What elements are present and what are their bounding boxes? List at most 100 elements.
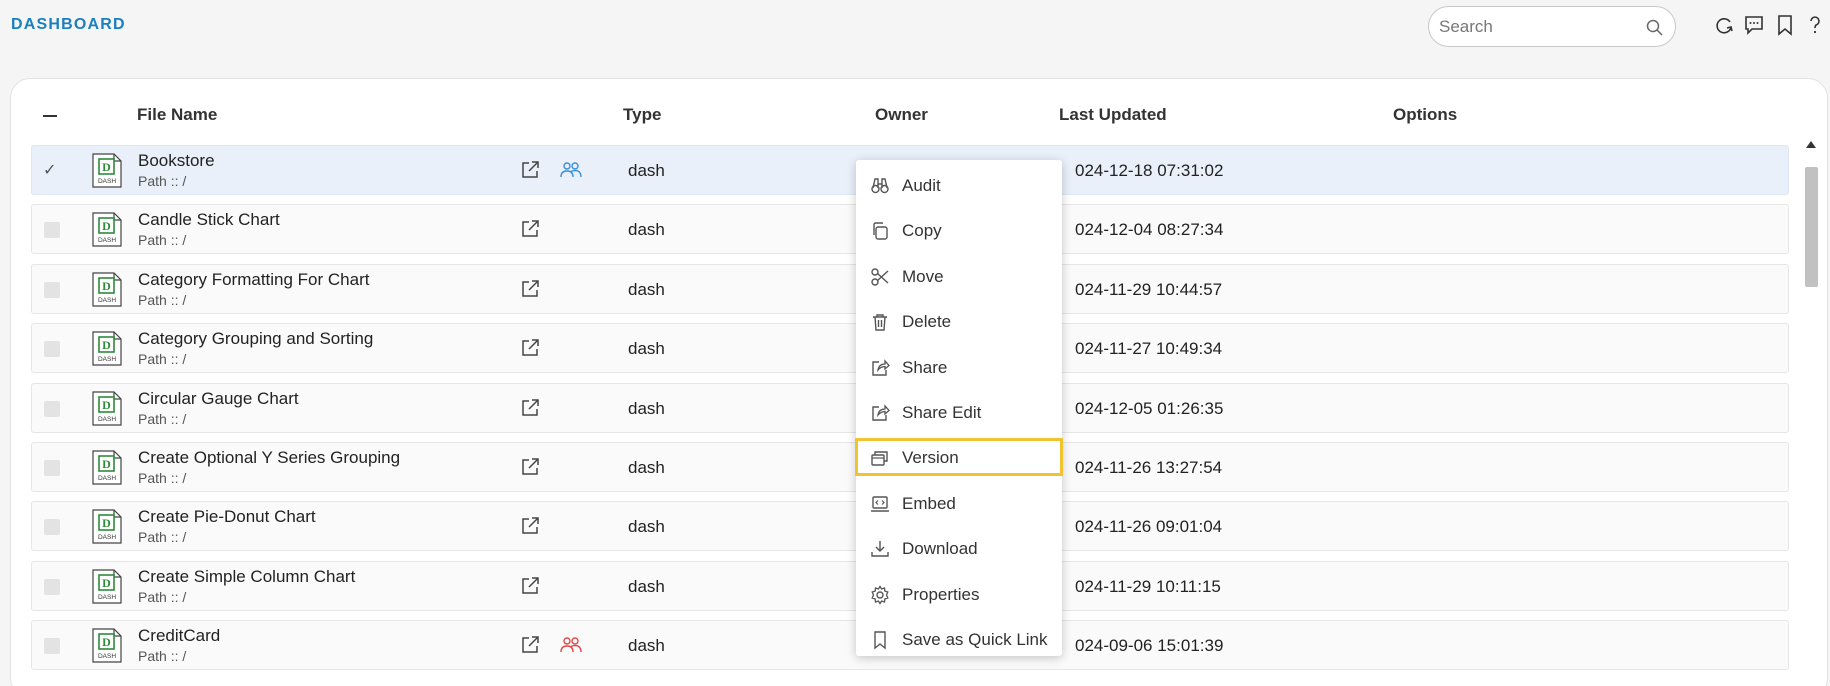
file-last-updated: 024-12-05 01:26:35	[1075, 398, 1224, 418]
file-type: dash	[628, 458, 665, 477]
help-icon[interactable]	[1804, 14, 1826, 36]
menu-item-save-as-quick-link[interactable]: Save as Quick Link	[856, 620, 1062, 658]
file-last-updated: 024-11-26 09:01:04	[1075, 517, 1223, 537]
refresh-icon[interactable]	[1713, 14, 1735, 36]
menu-item-download[interactable]: Download	[856, 529, 1062, 567]
scroll-up-arrow[interactable]	[1806, 141, 1816, 148]
open-external-icon[interactable]	[520, 576, 540, 596]
scissors-icon	[871, 268, 889, 286]
file-type: dash	[628, 398, 665, 418]
open-external-icon[interactable]	[520, 398, 540, 418]
shared-users-icon[interactable]	[560, 160, 582, 180]
file-last-updated: 024-11-27 10:49:34	[1075, 339, 1223, 359]
file-type: dash	[628, 339, 665, 359]
file-name[interactable]: Candle Stick Chart	[138, 210, 280, 230]
select-all-checkbox[interactable]	[43, 115, 57, 117]
file-path: Path :: /	[138, 588, 187, 605]
dash-file-icon: D DASH	[92, 331, 122, 366]
file-type: dash	[628, 576, 665, 596]
bookmark-icon	[874, 631, 886, 650]
file-path: Path :: /	[138, 648, 187, 665]
menu-item-version[interactable]: Version	[855, 438, 1063, 477]
open-external-icon[interactable]	[520, 160, 540, 180]
file-name[interactable]: Create Simple Column Chart	[138, 567, 355, 587]
shared-users-icon[interactable]	[560, 635, 582, 655]
open-external-icon[interactable]	[520, 635, 540, 655]
menu-item-label: Delete	[902, 312, 952, 332]
search-icon[interactable]	[1645, 18, 1665, 38]
file-type: dash	[628, 161, 665, 180]
dash-file-icon: D DASH	[92, 272, 122, 307]
menu-item-audit[interactable]: Audit	[856, 166, 1062, 204]
file-name[interactable]: Category Formatting For Chart	[138, 270, 369, 290]
column-header-owner[interactable]: Owner	[875, 105, 928, 125]
file-path: Path :: /	[138, 232, 187, 249]
search-box[interactable]	[1428, 6, 1676, 47]
row-checkbox[interactable]	[44, 341, 60, 358]
menu-item-properties[interactable]: Properties	[856, 575, 1062, 613]
binoculars-icon	[871, 178, 889, 194]
file-name[interactable]: Bookstore	[138, 151, 215, 171]
search-input[interactable]	[1439, 16, 1639, 38]
file-icon-text: DASH	[98, 653, 116, 660]
dash-file-icon: D DASH	[92, 628, 122, 663]
file-name[interactable]: Category Grouping and Sorting	[138, 329, 373, 349]
trash-icon	[873, 314, 887, 331]
menu-item-copy[interactable]: Copy	[856, 211, 1062, 249]
row-checkbox[interactable]	[44, 281, 60, 298]
file-name[interactable]: Circular Gauge Chart	[138, 389, 299, 409]
share-edit-icon	[872, 404, 890, 421]
file-name[interactable]: Create Optional Y Series Grouping	[138, 448, 400, 468]
svg-text:D: D	[102, 398, 111, 412]
menu-item-label: Share	[902, 357, 948, 377]
file-icon-text: DASH	[98, 416, 116, 423]
download-icon	[871, 541, 889, 557]
menu-item-label: Embed	[902, 493, 956, 513]
row-checkbox[interactable]	[44, 578, 60, 595]
dash-file-icon: D DASH	[92, 450, 122, 485]
menu-item-label: Save as Quick Link	[902, 630, 1048, 649]
row-checkbox[interactable]	[44, 400, 60, 417]
file-name[interactable]: CreditCard	[138, 626, 220, 646]
column-header-options: Options	[1393, 105, 1458, 124]
open-external-icon[interactable]	[520, 457, 540, 477]
open-external-icon[interactable]	[520, 338, 540, 358]
dash-file-icon: D DASH	[92, 509, 122, 544]
menu-item-delete[interactable]: Delete	[856, 302, 1062, 340]
menu-item-label: Version	[902, 448, 959, 468]
gear-icon	[871, 584, 889, 605]
dash-file-icon: D DASH	[92, 390, 122, 426]
row-checkbox[interactable]	[44, 222, 60, 239]
column-header-file-name[interactable]: File Name	[137, 105, 217, 125]
row-checkmark-icon[interactable]: ✓	[43, 160, 56, 180]
svg-text:D: D	[102, 576, 111, 590]
file-type: dash	[628, 279, 665, 299]
file-icon-text: DASH	[98, 475, 116, 482]
file-icon-text: DASH	[98, 534, 116, 541]
open-external-icon[interactable]	[520, 516, 540, 536]
row-checkbox[interactable]	[44, 519, 60, 536]
dash-file-icon: D DASH	[92, 153, 122, 188]
menu-item-embed[interactable]: Embed	[856, 484, 1062, 522]
menu-item-share[interactable]: Share	[856, 348, 1062, 386]
column-header-type[interactable]: Type	[623, 105, 661, 125]
file-path: Path :: /	[138, 351, 187, 368]
row-checkbox[interactable]	[44, 460, 60, 476]
open-external-icon[interactable]	[520, 279, 540, 299]
column-header-last-updated[interactable]: Last Updated	[1059, 105, 1167, 125]
menu-item-move[interactable]: Move	[856, 257, 1062, 295]
menu-item-share-edit[interactable]: Share Edit	[856, 393, 1062, 431]
row-checkbox[interactable]	[44, 638, 60, 655]
copy-icon	[873, 222, 888, 241]
scrollbar[interactable]	[1801, 137, 1821, 686]
share-icon	[872, 358, 890, 376]
chat-icon[interactable]	[1743, 14, 1765, 36]
scrollbar-thumb[interactable]	[1805, 167, 1818, 287]
file-last-updated: 024-12-18 07:31:02	[1075, 161, 1224, 180]
file-name[interactable]: Create Pie-Donut Chart	[138, 507, 316, 527]
dash-file-icon: D DASH	[92, 569, 122, 604]
bookmark-icon[interactable]	[1774, 14, 1796, 36]
page-title: DASHBOARD	[11, 16, 126, 33]
file-icon-text: DASH	[98, 594, 116, 601]
open-external-icon[interactable]	[520, 219, 540, 239]
